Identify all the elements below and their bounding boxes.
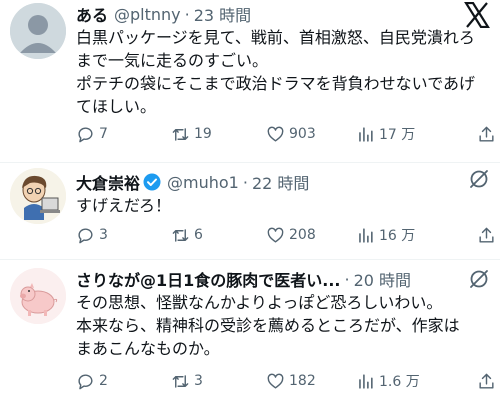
verified-badge-icon [143, 173, 161, 191]
retweet-count: 19 [194, 126, 212, 142]
retweet-icon [172, 374, 189, 388]
tweet-3[interactable]: さりなが@1日1食の豚肉で医者い... · 20 時間 その思想、怪獣なんかより… [0, 260, 500, 402]
grok-icon[interactable] [468, 268, 490, 290]
tweet-line: まあこんなものか。 [76, 339, 220, 358]
views-button[interactable]: 16 万 [356, 225, 456, 245]
reply-button[interactable]: 2 [76, 372, 171, 391]
tweet-text: 白黒パッケージを見て、戦前、首相激怒、自民党潰れろ まで一気に走るのすごい。 ポ… [76, 26, 486, 118]
tweet-text: その思想、怪獣なんかよりよっぽど恐ろしいわい。 本来なら、精神科の受診を薦めると… [76, 291, 486, 360]
grok-icon[interactable] [468, 168, 490, 190]
author-handle[interactable]: @muho1 [167, 173, 239, 192]
like-button[interactable]: 182 [266, 372, 356, 391]
views-count: 16 万 [379, 228, 416, 244]
author-name[interactable]: ある [76, 2, 108, 26]
views-bar-chart-icon [359, 373, 373, 389]
heart-icon [267, 373, 284, 389]
timestamp[interactable]: 20 時間 [354, 267, 411, 291]
avatar-default[interactable] [10, 3, 66, 59]
timestamp[interactable]: 23 時間 [194, 2, 251, 26]
reply-icon [78, 126, 93, 142]
tweet-line: すげえだろ！ [76, 196, 172, 215]
separator-dot: · [344, 269, 350, 289]
tweet-line: その思想、怪獣なんかよりよっぽど恐ろしいわい。 [76, 293, 443, 312]
reply-icon [78, 373, 93, 389]
like-count: 208 [289, 227, 316, 243]
reply-count: 7 [99, 126, 108, 142]
reply-count: 3 [99, 227, 108, 243]
retweet-button[interactable]: 3 [171, 372, 266, 391]
pig-avatar-icon [10, 268, 66, 324]
avatar-pig[interactable] [10, 268, 66, 324]
views-count: 1.6 万 [379, 374, 420, 390]
reply-button[interactable]: 7 [76, 125, 171, 144]
tweet-line: 白黒パッケージを見て、戦前、首相激怒、自民党潰れろ [76, 28, 475, 47]
separator-dot: · [184, 4, 190, 24]
retweet-count: 6 [194, 227, 203, 243]
share-icon [479, 227, 494, 243]
like-button[interactable]: 208 [266, 226, 356, 245]
retweet-button[interactable]: 19 [171, 125, 266, 144]
timestamp[interactable]: 22 時間 [252, 170, 309, 194]
like-button[interactable]: 903 [266, 125, 356, 144]
share-icon [479, 126, 494, 142]
heart-icon [267, 126, 284, 142]
share-icon [479, 373, 494, 389]
retweet-count: 3 [194, 373, 203, 389]
retweet-button[interactable]: 6 [171, 226, 266, 245]
separator-dot: · [242, 172, 248, 192]
share-button[interactable] [477, 226, 496, 245]
author-name[interactable]: 大倉崇裕 [76, 170, 140, 194]
retweet-icon [172, 228, 189, 242]
tweet-text: すげえだろ！ [76, 194, 486, 217]
views-button[interactable]: 17 万 [356, 124, 456, 144]
default-avatar-icon [10, 3, 66, 59]
reply-count: 2 [99, 373, 108, 389]
like-count: 182 [289, 373, 316, 389]
tweet-line: てほしい。 [76, 97, 157, 116]
views-bar-chart-icon [359, 227, 373, 243]
like-count: 903 [289, 126, 316, 142]
share-button[interactable] [477, 372, 496, 391]
heart-icon [267, 227, 284, 243]
views-count: 17 万 [379, 127, 416, 143]
avatar-okura[interactable] [10, 168, 66, 224]
tweet-1[interactable]: ある @pltnny · 23 時間 白黒パッケージを見て、戦前、首相激怒、自民… [0, 0, 500, 162]
reply-button[interactable]: 3 [76, 226, 171, 245]
x-logo-icon [464, 1, 490, 29]
tweet-line: まで一気に走るのすごい。 [76, 51, 269, 70]
tweet-2[interactable]: 大倉崇裕 @muho1 · 22 時間 すげえだろ！ 3 6 208 16 万 [0, 163, 500, 259]
retweet-icon [172, 127, 189, 141]
tweet-line: 本来なら、精神科の受診を薦めるところだが、作家は [76, 316, 460, 335]
tweet-line: ポテチの袋にそこまで政治ドラマを背負わせないであげ [76, 74, 476, 93]
author-handle[interactable]: @pltnny [114, 5, 181, 24]
illustrated-avatar-icon [10, 168, 66, 224]
views-bar-chart-icon [359, 126, 373, 142]
reply-icon [78, 227, 93, 243]
share-button[interactable] [477, 125, 496, 144]
views-button[interactable]: 1.6 万 [356, 371, 456, 391]
author-name[interactable]: さりなが@1日1食の豚肉で医者い... [76, 267, 341, 291]
